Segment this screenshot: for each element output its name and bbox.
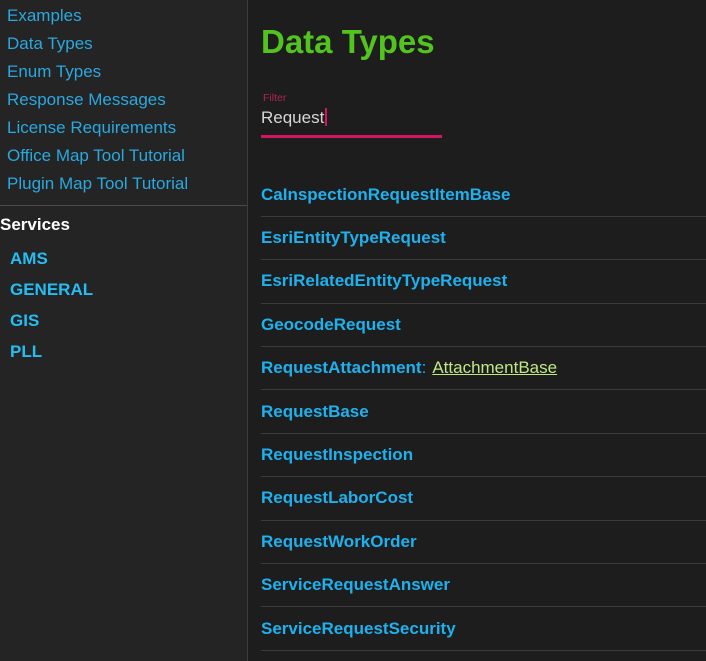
data-type-row: ServiceRequestSecurity <box>261 607 706 650</box>
sidebar-nav-link[interactable]: Response Messages <box>0 90 166 110</box>
filter-input-value: Request <box>261 108 324 127</box>
service-nav-link[interactable]: PLL <box>0 342 42 362</box>
data-type-link[interactable]: RequestWorkOrder <box>261 532 417 552</box>
services-header: Services <box>0 215 247 235</box>
sidebar-nav-link[interactable]: License Requirements <box>0 118 176 138</box>
sidebar-nav-link[interactable]: Data Types <box>0 34 93 54</box>
sidebar-nav-link[interactable]: Enum Types <box>0 62 101 82</box>
sidebar-nav-item: License Requirements <box>0 114 247 142</box>
sidebar-nav-item: Enum Types <box>0 58 247 86</box>
service-nav-item: GENERAL <box>0 274 247 305</box>
data-type-link[interactable]: RequestLaborCost <box>261 488 413 508</box>
filter-underline <box>261 135 442 138</box>
service-nav-item: PLL <box>0 336 247 367</box>
app-window: Examples Data Types Enum Types Response … <box>0 0 706 661</box>
data-type-row: EsriRelatedEntityTypeRequest <box>261 260 706 303</box>
data-types-list: CaInspectionRequestItemBase EsriEntityTy… <box>261 174 706 651</box>
data-type-link[interactable]: GeocodeRequest <box>261 315 401 335</box>
base-type-link[interactable]: AttachmentBase <box>432 358 557 378</box>
sidebar-nav-link[interactable]: Plugin Map Tool Tutorial <box>0 174 188 194</box>
data-type-row: RequestAttachment:AttachmentBase <box>261 347 706 390</box>
data-type-link[interactable]: RequestInspection <box>261 445 413 465</box>
sidebar-nav-item: Response Messages <box>0 86 247 114</box>
data-type-link[interactable]: EsriRelatedEntityTypeRequest <box>261 271 507 291</box>
data-type-row: RequestLaborCost <box>261 477 706 520</box>
data-type-row: GeocodeRequest <box>261 304 706 347</box>
data-type-link[interactable]: ServiceRequestAnswer <box>261 575 450 595</box>
page-title: Data Types <box>261 22 706 62</box>
filter-input[interactable]: Request <box>261 108 706 127</box>
data-type-link[interactable]: RequestBase <box>261 402 369 422</box>
sidebar-nav-item: Data Types <box>0 30 247 58</box>
data-type-row: CaInspectionRequestItemBase <box>261 174 706 217</box>
sidebar-nav-item: Plugin Map Tool Tutorial <box>0 170 247 198</box>
sidebar: Examples Data Types Enum Types Response … <box>0 0 248 661</box>
data-type-link[interactable]: EsriEntityTypeRequest <box>261 228 446 248</box>
sidebar-nav-link[interactable]: Office Map Tool Tutorial <box>0 146 185 166</box>
sidebar-nav-item: Office Map Tool Tutorial <box>0 142 247 170</box>
service-nav-link[interactable]: AMS <box>0 249 48 269</box>
filter-label: Filter <box>261 93 706 104</box>
service-nav-item: AMS <box>0 243 247 274</box>
main-content: Data Types Filter Request CaInspectionRe… <box>248 0 706 661</box>
data-type-link[interactable]: ServiceRequestSecurity <box>261 619 456 639</box>
base-separator: : <box>422 358 427 378</box>
service-nav-link[interactable]: GIS <box>0 311 39 331</box>
data-type-row: ServiceRequestAnswer <box>261 564 706 607</box>
data-type-link[interactable]: RequestAttachment <box>261 358 422 378</box>
data-type-row: RequestBase <box>261 390 706 433</box>
data-type-row: EsriEntityTypeRequest <box>261 217 706 260</box>
service-nav-item: GIS <box>0 305 247 336</box>
data-type-row: RequestInspection <box>261 434 706 477</box>
sidebar-nav-link[interactable]: Examples <box>0 6 82 26</box>
service-nav-link[interactable]: GENERAL <box>0 280 93 300</box>
data-type-row: RequestWorkOrder <box>261 521 706 564</box>
services-nav: AMS GENERAL GIS PLL <box>0 243 247 367</box>
text-caret-icon <box>325 108 327 126</box>
sidebar-divider <box>0 205 247 206</box>
filter-block: Filter Request <box>261 93 706 138</box>
sidebar-nav-item: Examples <box>0 2 247 30</box>
sidebar-nav: Examples Data Types Enum Types Response … <box>0 2 247 198</box>
data-type-link[interactable]: CaInspectionRequestItemBase <box>261 185 510 205</box>
